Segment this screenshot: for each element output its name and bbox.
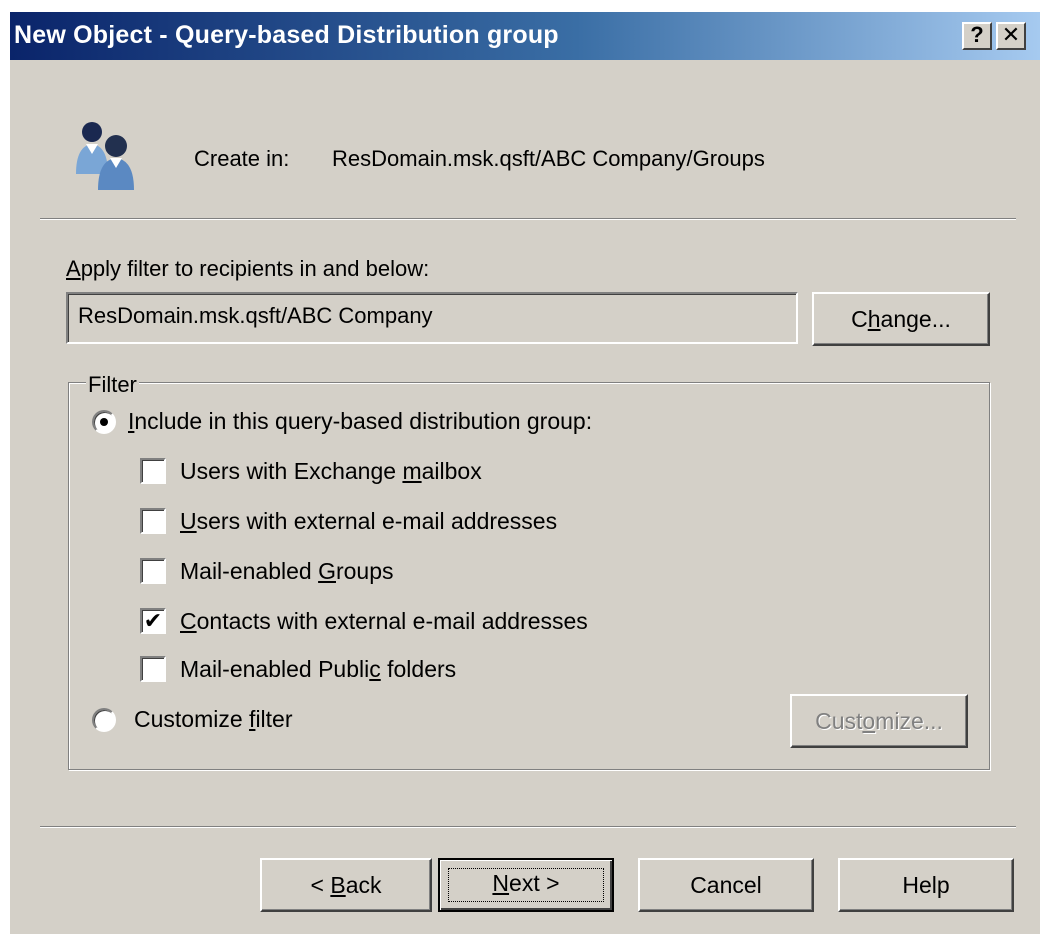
group-users-icon	[76, 122, 134, 190]
label-users-external-email[interactable]: Users with external e-mail addresses	[180, 508, 557, 535]
include-radio[interactable]	[92, 410, 116, 434]
next-button[interactable]: Next >	[438, 858, 614, 912]
titlebar-close-button[interactable]: ✕	[996, 22, 1026, 50]
titlebar-help-button[interactable]: ?	[962, 22, 992, 50]
apply-filter-label: Apply filter to recipients in and below:	[66, 256, 430, 281]
include-radio-label[interactable]: Include in this query-based distribution…	[128, 408, 592, 435]
label-public-folders[interactable]: Mail-enabled Public folders	[180, 656, 456, 683]
customize-filter-radio[interactable]	[92, 708, 116, 732]
dialog-window: New Object - Query-based Distribution gr…	[8, 10, 1040, 934]
label-mail-enabled-groups[interactable]: Mail-enabled Groups	[180, 558, 394, 585]
checkbox-public-folders[interactable]	[140, 656, 166, 682]
back-button[interactable]: < Back	[260, 858, 432, 912]
title-bar: New Object - Query-based Distribution gr…	[10, 12, 1040, 60]
separator-bottom	[40, 826, 1016, 828]
checkbox-users-exchange-mailbox[interactable]	[140, 458, 166, 484]
container-path-field[interactable]: ResDomain.msk.qsft/ABC Company	[66, 292, 798, 344]
cancel-button[interactable]: Cancel	[638, 858, 814, 912]
customize-filter-label[interactable]: Customize filter	[134, 706, 293, 733]
checkbox-users-external-email[interactable]	[140, 508, 166, 534]
label-users-exchange-mailbox[interactable]: Users with Exchange mailbox	[180, 458, 482, 485]
create-in-path: ResDomain.msk.qsft/ABC Company/Groups	[332, 146, 765, 171]
separator-top	[40, 218, 1016, 220]
radio-selected-dot	[100, 418, 108, 426]
dialog-title: New Object - Query-based Distribution gr…	[14, 21, 559, 49]
checkbox-mail-enabled-groups[interactable]	[140, 558, 166, 584]
change-button[interactable]: Change...	[812, 292, 990, 346]
filter-group-label: Filter	[86, 372, 139, 398]
create-in-label: Create in:	[194, 146, 290, 171]
checkbox-contacts-external-email[interactable]: ✔	[140, 608, 166, 634]
help-button[interactable]: Help	[838, 858, 1014, 912]
focus-rectangle	[448, 868, 604, 902]
customize-button[interactable]: Customize...	[790, 694, 968, 748]
label-contacts-external-email[interactable]: Contacts with external e-mail addresses	[180, 608, 588, 635]
